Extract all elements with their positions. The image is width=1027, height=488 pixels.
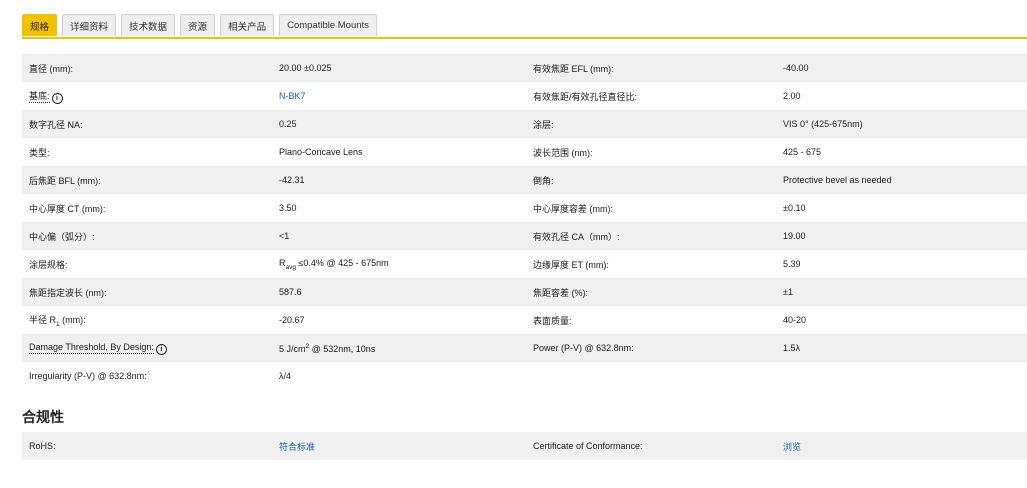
substrate-label-text: 基底: (29, 90, 50, 103)
spec-value: Protective bevel as needed (783, 175, 892, 185)
spec-value: 587.6 (279, 287, 302, 297)
spec-value: 19.00 (783, 231, 806, 241)
tab-details[interactable]: 详细资料 (62, 14, 117, 36)
tab-related-products[interactable]: 相关产品 (220, 14, 275, 36)
spec-value: 3.50 (279, 203, 297, 213)
spec-label: 波长范围 (nm): (533, 147, 593, 158)
spec-label: 表面质量: (533, 315, 572, 326)
spec-label: Irregularity (P-V) @ 632.8nm: (29, 371, 147, 381)
spec-label: 焦距容差 (%): (533, 287, 588, 298)
spec-label: 有效焦距/有效孔径直径比: (533, 91, 638, 102)
spec-label: 中心偏（弧分）: (29, 231, 95, 242)
damage-threshold-label[interactable]: Damage Threshold, By Design: i (29, 341, 167, 355)
table-row: 后焦距 BFL (mm): -42.31 倒角: Protective beve… (22, 166, 1027, 194)
spec-label: 数字孔径 NA: (29, 119, 83, 130)
spec-label: 后焦距 BFL (mm): (29, 175, 101, 186)
spec-label: 涂层规格: (29, 259, 68, 270)
table-row: 涂层规格: Ravg ≤0.4% @ 425 - 675nm 边缘厚度 ET (… (22, 250, 1027, 278)
table-row: 焦距指定波长 (nm): 587.6 焦距容差 (%): ±1 (22, 278, 1027, 306)
table-row: 基底: i N-BK7 有效焦距/有效孔径直径比: 2.00 (22, 82, 1027, 110)
spec-value: 425 - 675 (783, 147, 822, 157)
label-suffix: (mm): (59, 314, 86, 325)
tab-bar: 规格 详细资料 技术数据 资源 相关产品 Compatible Mounts (22, 14, 377, 38)
spec-label: 有效焦距 EFL (mm): (533, 63, 614, 74)
spec-label: 涂层: (533, 119, 554, 130)
spec-value: Ravg ≤0.4% @ 425 - 675nm (279, 258, 389, 271)
table-row: Damage Threshold, By Design: i 5 J/cm2 @ … (22, 334, 1027, 362)
table-row: 半径 R1 (mm): -20.67 表面质量: 40-20 (22, 306, 1027, 334)
substrate-link[interactable]: N-BK7 (279, 91, 306, 101)
spec-value: VIS 0° (425-675nm) (783, 119, 863, 129)
table-row: 中心厚度 CT (mm): 3.50 中心厚度容差 (mm): ±0.10 (22, 194, 1027, 222)
spec-value: ±1 (783, 287, 793, 297)
spec-label: 中心厚度容差 (mm): (533, 203, 613, 214)
spec-label: 直径 (mm): (29, 63, 73, 74)
table-row: 数字孔径 NA: 0.25 涂层: VIS 0° (425-675nm) (22, 110, 1027, 138)
table-row: 直径 (mm): 20.00 ±0.025 有效焦距 EFL (mm): -40… (22, 54, 1027, 82)
compliance-heading: 合规性 (22, 409, 64, 425)
substrate-label[interactable]: 基底: i (29, 89, 63, 104)
spec-value: -20.67 (279, 315, 305, 325)
spec-value: Plano-Concave Lens (279, 147, 363, 157)
spec-table: 直径 (mm): 20.00 ±0.025 有效焦距 EFL (mm): -40… (22, 54, 1027, 390)
coc-view-link[interactable]: 浏览 (783, 440, 801, 453)
table-row: 类型: Plano-Concave Lens 波长范围 (nm): 425 - … (22, 138, 1027, 166)
value-subscript: avg (285, 263, 296, 271)
spec-label: 中心厚度 CT (mm): (29, 203, 106, 214)
value-suffix: ≤0.4% @ 425 - 675nm (295, 257, 389, 268)
info-icon[interactable]: i (51, 92, 63, 104)
spec-label: 边缘厚度 ET (mm): (533, 259, 609, 270)
spec-label: 倒角: (533, 175, 554, 186)
spec-value: 1.5λ (783, 343, 801, 353)
spec-label: 类型: (29, 147, 50, 158)
info-icon[interactable]: i (155, 343, 167, 355)
spec-label: 半径 R1 (mm): (29, 313, 86, 328)
tab-compatible-mounts[interactable]: Compatible Mounts (279, 14, 377, 36)
label-prefix: 半径 R (29, 314, 57, 325)
table-row: Irregularity (P-V) @ 632.8nm: λ/4 (22, 362, 1027, 390)
spec-value: 5 J/cm2 @ 532nm, 10ns (279, 343, 375, 354)
spec-value: 2.00 (783, 91, 801, 101)
coc-label: Certificate of Conformance: (533, 441, 643, 451)
spec-value: ±0.10 (783, 203, 806, 213)
spec-label: 焦距指定波长 (nm): (29, 287, 107, 298)
tab-underline (22, 37, 1027, 39)
spec-value: -40.00 (783, 63, 809, 73)
tab-resources[interactable]: 资源 (180, 14, 216, 36)
spec-value: 0.25 (279, 119, 297, 129)
value-prefix: 5 J/cm (279, 343, 306, 354)
rohs-label: RoHS: (29, 441, 56, 451)
rohs-link[interactable]: 符合标准 (279, 440, 315, 453)
tab-tech-data[interactable]: 技术数据 (121, 14, 176, 36)
spec-label: Power (P-V) @ 632.8nm: (533, 343, 634, 353)
spec-value: λ/4 (279, 371, 292, 381)
spec-value: <1 (279, 231, 290, 241)
table-row: 中心偏（弧分）: <1 有效孔径 CA（mm）: 19.00 (22, 222, 1027, 250)
damage-threshold-label-text: Damage Threshold, By Design: (29, 341, 154, 354)
spec-value: -42.31 (279, 175, 305, 185)
spec-value: 20.00 ±0.025 (279, 63, 332, 73)
tab-specs[interactable]: 规格 (22, 14, 58, 36)
value-suffix: @ 532nm, 10ns (309, 343, 376, 354)
table-row: RoHS: 符合标准 Certificate of Conformance: 浏… (22, 432, 1027, 460)
compliance-table: RoHS: 符合标准 Certificate of Conformance: 浏… (22, 432, 1027, 460)
spec-label: 有效孔径 CA（mm）: (533, 231, 620, 242)
spec-value: 5.39 (783, 259, 801, 269)
spec-value: 40-20 (783, 315, 807, 325)
